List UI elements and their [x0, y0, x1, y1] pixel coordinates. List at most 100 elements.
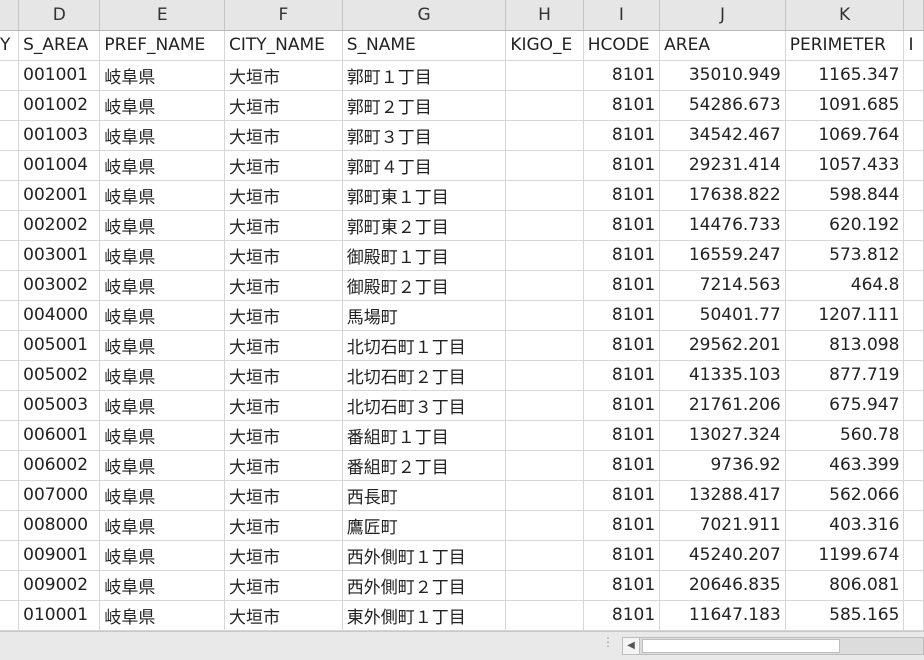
partial-cell[interactable]: [0, 570, 20, 601]
table-cell[interactable]: 岐阜県: [99, 210, 225, 241]
table-cell[interactable]: 002001: [18, 180, 101, 211]
table-cell[interactable]: [505, 600, 584, 631]
table-cell[interactable]: 西外側町１丁目: [342, 540, 507, 571]
table-cell[interactable]: 番組町２丁目: [342, 450, 507, 481]
table-cell[interactable]: 岐阜県: [99, 330, 225, 361]
table-cell[interactable]: 大垣市: [224, 150, 343, 181]
partial-cell[interactable]: [0, 390, 20, 421]
table-cell[interactable]: 1207.111: [785, 300, 905, 331]
table-cell[interactable]: 北切石町１丁目: [342, 330, 507, 361]
field-header-cell[interactable]: HCODE: [583, 30, 661, 61]
partial-cell[interactable]: [0, 330, 20, 361]
table-cell[interactable]: [505, 450, 584, 481]
table-cell[interactable]: [505, 120, 584, 151]
partial-cell[interactable]: [903, 180, 924, 211]
table-cell[interactable]: 7021.911: [659, 510, 786, 541]
table-cell[interactable]: 大垣市: [224, 510, 343, 541]
table-cell[interactable]: 岐阜県: [99, 90, 225, 121]
field-header-cell[interactable]: KIGO_E: [505, 30, 584, 61]
partial-cell[interactable]: [903, 330, 924, 361]
table-cell[interactable]: 008000: [18, 510, 101, 541]
field-header-cell[interactable]: PREF_NAME: [99, 30, 225, 61]
partial-cell[interactable]: [903, 570, 924, 601]
table-cell[interactable]: 岐阜県: [99, 270, 225, 301]
partial-cell[interactable]: [903, 120, 924, 151]
partial-cell[interactable]: [903, 390, 924, 421]
table-cell[interactable]: 1199.674: [785, 540, 905, 571]
table-cell[interactable]: 岐阜県: [99, 420, 225, 451]
table-cell[interactable]: 11647.183: [659, 600, 786, 631]
table-cell[interactable]: [505, 60, 584, 91]
column-letter-E[interactable]: E: [99, 0, 225, 31]
table-cell[interactable]: 003001: [18, 240, 101, 271]
table-cell[interactable]: 大垣市: [224, 540, 343, 571]
table-cell[interactable]: 806.081: [785, 570, 905, 601]
table-cell[interactable]: [505, 330, 584, 361]
table-cell[interactable]: 1091.685: [785, 90, 905, 121]
table-cell[interactable]: 45240.207: [659, 540, 786, 571]
partial-cell[interactable]: [903, 600, 924, 631]
table-cell[interactable]: 17638.822: [659, 180, 786, 211]
table-cell[interactable]: 9736.92: [659, 450, 786, 481]
partial-cell[interactable]: [0, 300, 20, 331]
table-cell[interactable]: 岐阜県: [99, 360, 225, 391]
table-cell[interactable]: 大垣市: [224, 180, 343, 211]
table-cell[interactable]: 34542.467: [659, 120, 786, 151]
table-cell[interactable]: 西外側町２丁目: [342, 570, 507, 601]
table-cell[interactable]: 009002: [18, 570, 101, 601]
table-cell[interactable]: 002002: [18, 210, 101, 241]
partial-cell[interactable]: [0, 180, 20, 211]
table-cell[interactable]: 岐阜県: [99, 120, 225, 151]
partial-cell[interactable]: [0, 450, 20, 481]
table-cell[interactable]: [505, 390, 584, 421]
table-cell[interactable]: 1069.764: [785, 120, 905, 151]
table-cell[interactable]: 8101: [583, 120, 661, 151]
table-cell[interactable]: 8101: [583, 180, 661, 211]
field-header-cell[interactable]: S_AREA: [18, 30, 101, 61]
table-cell[interactable]: 585.165: [785, 600, 905, 631]
table-cell[interactable]: 郭町３丁目: [342, 120, 507, 151]
table-cell[interactable]: 1057.433: [785, 150, 905, 181]
table-cell[interactable]: 620.192: [785, 210, 905, 241]
table-cell[interactable]: 8101: [583, 480, 661, 511]
table-cell[interactable]: 8101: [583, 240, 661, 271]
partial-cell[interactable]: [0, 150, 20, 181]
table-cell[interactable]: 54286.673: [659, 90, 786, 121]
partial-cell[interactable]: [903, 90, 924, 121]
column-letter-G[interactable]: G: [342, 0, 507, 31]
partial-cell[interactable]: [0, 60, 20, 91]
table-cell[interactable]: 大垣市: [224, 90, 343, 121]
table-cell[interactable]: [505, 270, 584, 301]
partial-cell[interactable]: [0, 90, 20, 121]
table-cell[interactable]: 岐阜県: [99, 570, 225, 601]
partial-cell[interactable]: [0, 270, 20, 301]
table-cell[interactable]: 大垣市: [224, 330, 343, 361]
partial-cell[interactable]: [903, 210, 924, 241]
table-cell[interactable]: 大垣市: [224, 270, 343, 301]
table-cell[interactable]: [505, 420, 584, 451]
horizontal-scroll-thumb[interactable]: [642, 639, 840, 653]
table-cell[interactable]: 1165.347: [785, 60, 905, 91]
field-header-cell[interactable]: PERIMETER: [785, 30, 905, 61]
table-cell[interactable]: 8101: [583, 600, 661, 631]
partial-cell[interactable]: [0, 240, 20, 271]
table-cell[interactable]: 大垣市: [224, 420, 343, 451]
table-cell[interactable]: [505, 360, 584, 391]
partial-cell[interactable]: [903, 360, 924, 391]
table-cell[interactable]: 403.316: [785, 510, 905, 541]
table-cell[interactable]: 岐阜県: [99, 540, 225, 571]
partial-cell[interactable]: [903, 60, 924, 91]
table-cell[interactable]: 岐阜県: [99, 60, 225, 91]
table-cell[interactable]: 番組町１丁目: [342, 420, 507, 451]
table-cell[interactable]: 560.78: [785, 420, 905, 451]
table-cell[interactable]: 50401.77: [659, 300, 786, 331]
table-cell[interactable]: 13027.324: [659, 420, 786, 451]
table-cell[interactable]: 41335.103: [659, 360, 786, 391]
partial-cell[interactable]: [903, 270, 924, 301]
table-cell[interactable]: 001004: [18, 150, 101, 181]
table-cell[interactable]: 20646.835: [659, 570, 786, 601]
table-cell[interactable]: 大垣市: [224, 570, 343, 601]
table-cell[interactable]: 郭町２丁目: [342, 90, 507, 121]
partial-cell[interactable]: [0, 210, 20, 241]
table-cell[interactable]: 001002: [18, 90, 101, 121]
